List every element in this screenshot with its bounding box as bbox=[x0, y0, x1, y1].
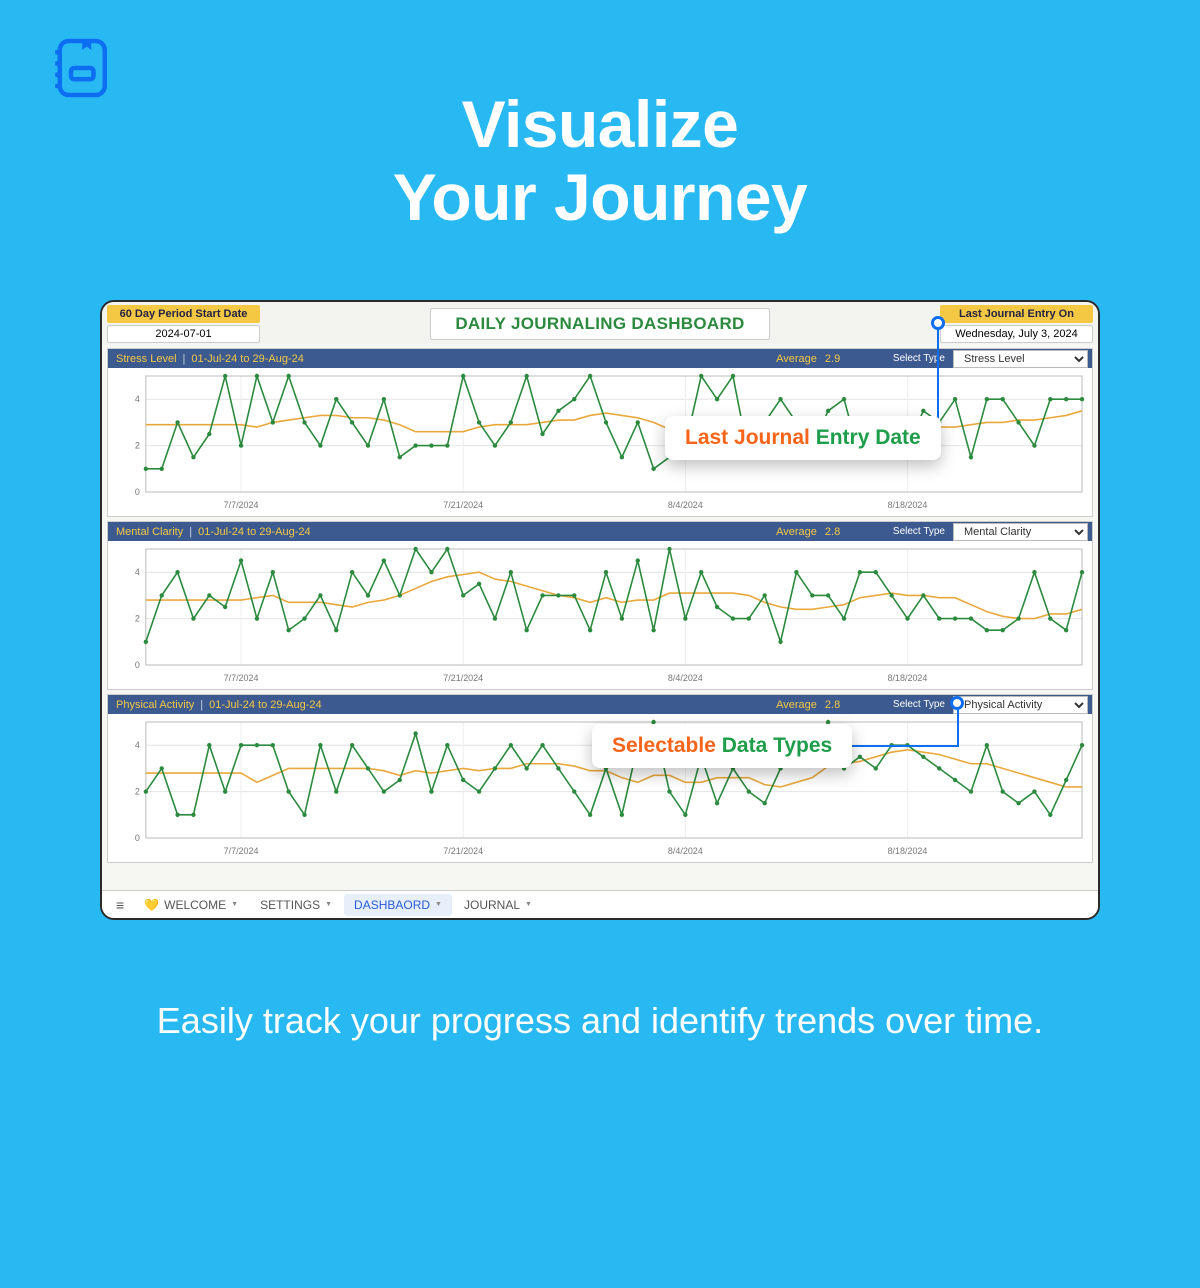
chevron-down-icon: ▼ bbox=[525, 901, 532, 908]
svg-text:7/21/2024: 7/21/2024 bbox=[443, 500, 483, 510]
dashboard-header: 60 Day Period Start Date 2024-07-01 DAIL… bbox=[102, 302, 1098, 344]
dashboard-window: 60 Day Period Start Date 2024-07-01 DAIL… bbox=[100, 300, 1100, 920]
svg-text:8/18/2024: 8/18/2024 bbox=[888, 500, 928, 510]
chart-block-0: Stress Level | 01-Jul-24 to 29-Aug-24 Av… bbox=[107, 348, 1093, 517]
chart-name: Stress Level bbox=[116, 353, 177, 365]
svg-text:8/4/2024: 8/4/2024 bbox=[668, 846, 703, 856]
chart-surface: 0 2 4 7/7/2024 7/21/2024 8/4/2024 8/18/2024 bbox=[108, 541, 1092, 689]
svg-text:7/7/2024: 7/7/2024 bbox=[224, 500, 259, 510]
svg-text:8/4/2024: 8/4/2024 bbox=[668, 500, 703, 510]
tab-dashboard[interactable]: DASHBAORD ▼ bbox=[344, 894, 452, 916]
chart-range: 01-Jul-24 to 29-Aug-24 bbox=[191, 353, 304, 365]
sheet-tabs: ≡ 💛 WELCOME ▼ SETTINGS ▼ DASHBAORD ▼ JOU… bbox=[102, 890, 1098, 918]
svg-text:0: 0 bbox=[135, 833, 140, 843]
svg-text:7/21/2024: 7/21/2024 bbox=[443, 846, 483, 856]
pointer-line-icon bbox=[836, 702, 960, 750]
svg-text:7/21/2024: 7/21/2024 bbox=[443, 673, 483, 683]
tab-settings[interactable]: SETTINGS ▼ bbox=[250, 894, 342, 916]
dashboard-title: DAILY JOURNALING DASHBOARD bbox=[430, 308, 769, 340]
type-dropdown[interactable]: Physical Activity bbox=[953, 696, 1088, 714]
chart-header: Stress Level | 01-Jul-24 to 29-Aug-24 Av… bbox=[108, 349, 1092, 368]
chart-header: Mental Clarity | 01-Jul-24 to 29-Aug-24 … bbox=[108, 522, 1092, 541]
chart-name: Mental Clarity bbox=[116, 526, 183, 538]
callout-data-types: Selectable Data Types bbox=[592, 724, 852, 768]
type-dropdown[interactable]: Mental Clarity bbox=[953, 523, 1088, 541]
page-subtitle: Easily track your progress and identify … bbox=[0, 998, 1200, 1043]
start-date-value[interactable]: 2024-07-01 bbox=[107, 325, 260, 343]
chevron-down-icon: ▼ bbox=[231, 901, 238, 908]
type-dropdown[interactable]: Stress Level bbox=[953, 350, 1088, 368]
chart-range: 01-Jul-24 to 29-Aug-24 bbox=[198, 526, 311, 538]
chart-surface: 0 2 4 7/7/2024 7/21/2024 8/4/2024 8/18/2024 bbox=[108, 368, 1092, 516]
average-label: Average bbox=[776, 526, 817, 538]
last-entry-label: Last Journal Entry On bbox=[940, 305, 1093, 323]
svg-text:2: 2 bbox=[135, 614, 140, 624]
svg-text:2: 2 bbox=[135, 787, 140, 797]
svg-text:7/7/2024: 7/7/2024 bbox=[224, 846, 259, 856]
page-title: Visualize Your Journey bbox=[0, 88, 1200, 233]
svg-text:4: 4 bbox=[135, 740, 140, 750]
select-type-label: Select Type bbox=[893, 526, 945, 537]
chevron-down-icon: ▼ bbox=[325, 901, 332, 908]
average-label: Average bbox=[776, 353, 817, 365]
average-value: 2.9 bbox=[825, 353, 885, 365]
chart-range: 01-Jul-24 to 29-Aug-24 bbox=[209, 699, 322, 711]
tab-journal[interactable]: JOURNAL ▼ bbox=[454, 894, 542, 916]
start-date-label: 60 Day Period Start Date bbox=[107, 305, 260, 323]
tab-welcome[interactable]: 💛 WELCOME ▼ bbox=[134, 894, 248, 916]
svg-text:8/18/2024: 8/18/2024 bbox=[888, 846, 928, 856]
chart-name: Physical Activity bbox=[116, 699, 194, 711]
menu-icon[interactable]: ≡ bbox=[108, 897, 132, 913]
svg-text:8/18/2024: 8/18/2024 bbox=[888, 673, 928, 683]
chevron-down-icon: ▼ bbox=[435, 901, 442, 908]
journal-logo-icon bbox=[44, 32, 116, 104]
chart-block-1: Mental Clarity | 01-Jul-24 to 29-Aug-24 … bbox=[107, 521, 1093, 690]
svg-text:0: 0 bbox=[135, 660, 140, 670]
svg-text:8/4/2024: 8/4/2024 bbox=[668, 673, 703, 683]
pointer-ring-icon bbox=[931, 316, 945, 330]
average-label: Average bbox=[776, 699, 817, 711]
last-entry-value: Wednesday, July 3, 2024 bbox=[940, 325, 1093, 343]
svg-text:4: 4 bbox=[135, 394, 140, 404]
svg-text:0: 0 bbox=[135, 487, 140, 497]
svg-text:4: 4 bbox=[135, 567, 140, 577]
svg-text:2: 2 bbox=[135, 441, 140, 451]
svg-text:7/7/2024: 7/7/2024 bbox=[224, 673, 259, 683]
callout-last-entry: Last Journal Entry Date bbox=[665, 416, 941, 460]
pointer-ring-icon bbox=[950, 696, 964, 710]
average-value: 2.8 bbox=[825, 526, 885, 538]
